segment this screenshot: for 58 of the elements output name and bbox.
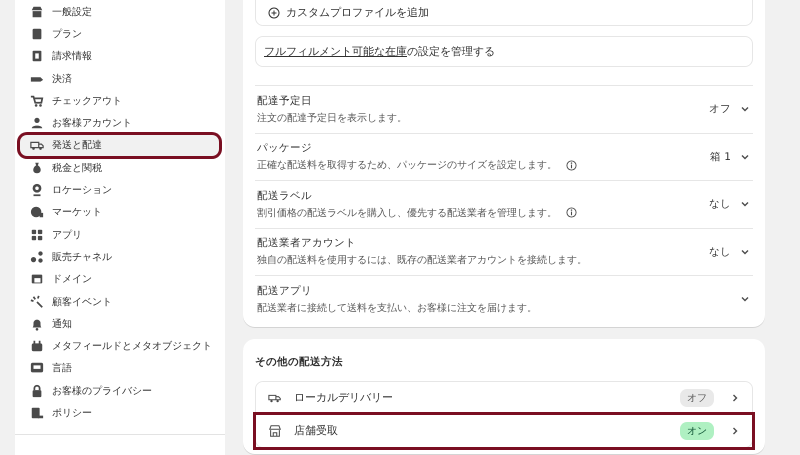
sidebar-item[interactable]: ポリシー <box>20 402 219 424</box>
status-badge: オフ <box>680 388 714 406</box>
info-icon[interactable] <box>566 207 577 218</box>
setting-description: 注文の配達予定日を表示します。 <box>257 112 407 125</box>
sidebar-item[interactable]: お客様アカウント <box>20 112 219 134</box>
setting-title: 配送業者アカウント <box>257 236 357 250</box>
cart-icon <box>30 94 44 108</box>
section-title: その他の配送方法 <box>255 354 344 368</box>
delivery-method-row[interactable]: 店舗受取 オン <box>256 414 752 446</box>
sidebar-item[interactable]: プラン <box>20 23 219 45</box>
sidebar-item[interactable]: ドメイン <box>20 268 219 290</box>
sidebar-item[interactable]: 通知 <box>20 313 219 334</box>
setting-value: オフ <box>709 102 731 116</box>
person-icon <box>30 116 44 130</box>
domain-icon <box>30 272 44 286</box>
store-icon <box>30 4 44 19</box>
sidebar-item[interactable]: 販売チャネル <box>20 246 219 268</box>
setting-title: 配送ラベル <box>257 188 313 203</box>
setting-title: 配達予定日 <box>257 94 313 108</box>
setting-value: 箱 1 <box>710 150 731 164</box>
pin-icon <box>30 183 44 198</box>
setting-title: 配送アプリ <box>257 284 313 298</box>
sidebar-item[interactable]: アプリ <box>20 224 219 246</box>
sidebar-item[interactable]: 発送と配達 <box>20 134 219 156</box>
sidebar-item[interactable]: マーケット <box>20 202 219 223</box>
sidebar-item[interactable]: チェックアウト <box>20 90 219 112</box>
lock-icon <box>30 384 44 398</box>
setting-title: パッケージ <box>257 141 313 156</box>
apps-icon <box>30 228 44 242</box>
setting-description: 独自の配送料を使用するには、既存の配送業者アカウントを接続します。 <box>257 254 587 268</box>
chevron-right-icon[interactable] <box>730 392 740 402</box>
add-icon <box>268 6 280 18</box>
delivery-method-row[interactable]: ローカルデリバリー オフ <box>256 382 752 414</box>
sidebar-item[interactable]: ロケーション <box>20 179 219 201</box>
sidebar-item[interactable]: 言語 <box>20 358 219 380</box>
bell-icon <box>30 316 44 331</box>
sidebar-item[interactable]: 一般設定 <box>20 1 219 22</box>
sidebar-item[interactable]: 請求情報 <box>20 46 219 67</box>
chevron-right-icon[interactable] <box>730 426 740 436</box>
inventory-link[interactable]: フルフィルメント可能な在庫 <box>264 45 407 58</box>
add-profile-button[interactable]: カスタムプロファイルを追加 <box>255 0 753 26</box>
receipt-icon <box>30 49 44 64</box>
sidebar-item[interactable]: お客様のプライバシー <box>20 380 219 402</box>
setting-value: なし <box>709 244 731 259</box>
channels-icon <box>30 250 44 264</box>
setting-description: 正確な配送料を取得するため、パッケージのサイズを設定します。 <box>257 158 557 172</box>
sidebar-item[interactable]: メタフィールドとメタオブジェクト <box>20 335 219 357</box>
fulfillment-text: フルフィルメント可能な在庫の設定を管理する <box>264 44 495 59</box>
store-icon <box>268 424 282 438</box>
status-badge: オン <box>680 422 714 440</box>
setting-description: 配送業者に接続して送料を支払い、お客様に注文を届けます。 <box>257 302 537 315</box>
info-icon[interactable] <box>566 160 577 171</box>
setting-description: 割引価格の配送ラベルを購入し、優先する配送業者を管理します。 <box>257 206 557 220</box>
document-icon <box>30 406 44 420</box>
setting-value: なし <box>709 197 731 212</box>
sidebar-item[interactable]: 決済 <box>20 68 219 90</box>
sidebar-item[interactable]: 税金と関税 <box>20 157 219 178</box>
sidebar-item[interactable]: 顧客イベント <box>20 290 219 312</box>
